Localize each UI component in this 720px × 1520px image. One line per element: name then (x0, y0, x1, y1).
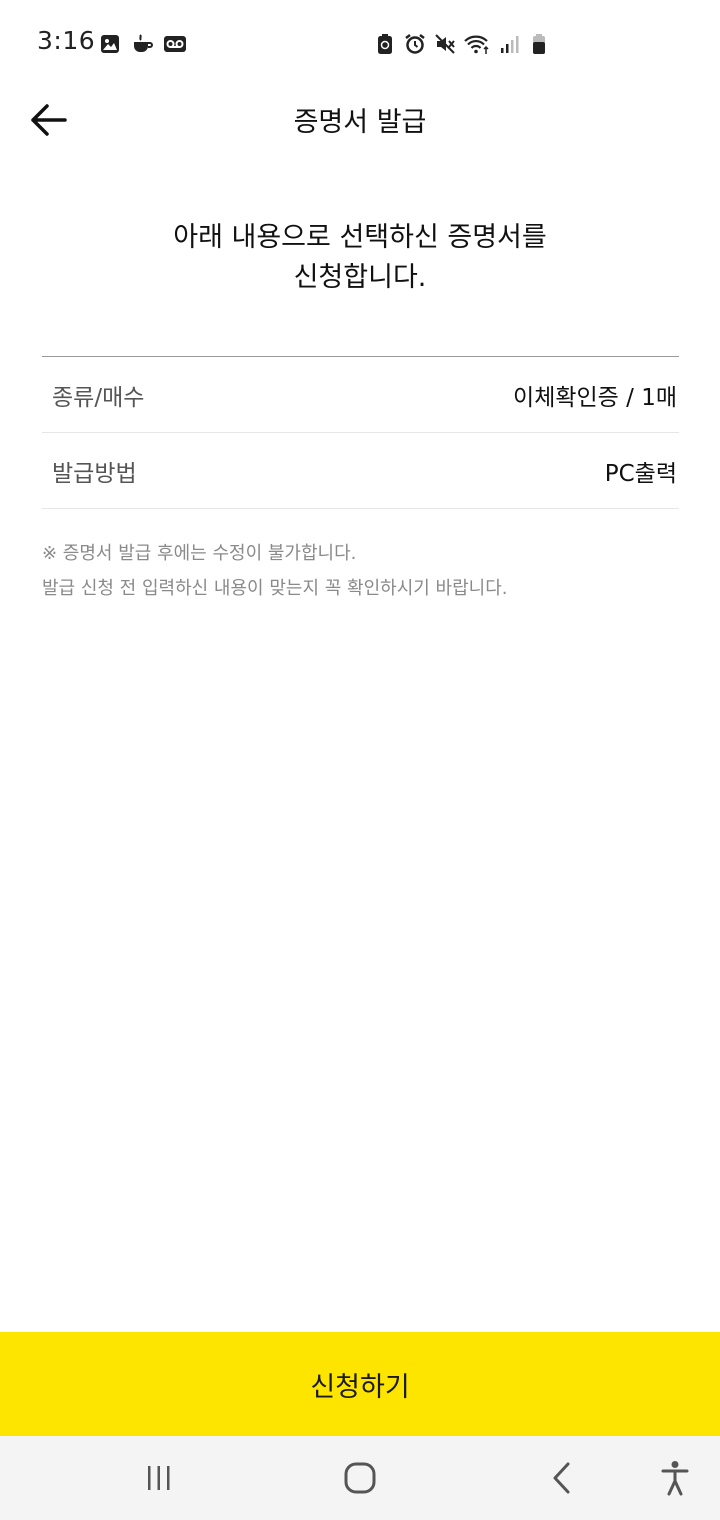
apply-button[interactable]: 신청하기 (0, 1332, 720, 1436)
accessibility-icon (661, 1461, 689, 1496)
notification-icons (99, 31, 187, 57)
nav-back-button[interactable] (538, 1454, 586, 1502)
details-value: PC출력 (604, 460, 677, 487)
intro-line-1: 아래 내용으로 선택하신 증명서를 (173, 222, 547, 253)
chevron-left-icon (553, 1462, 570, 1494)
intro-message: 아래 내용으로 선택하신 증명서를 신청합니다. (0, 218, 720, 298)
battery-saver-icon (378, 34, 392, 54)
intro-line-2: 신청합니다. (293, 262, 427, 293)
alarm-icon (405, 34, 425, 54)
details-row-type-count: 종류/매수 이체확인증 / 1매 (42, 357, 679, 433)
details-value: 이체확인증 / 1매 (513, 384, 677, 411)
details-table: 종류/매수 이체확인증 / 1매 발급방법 PC출력 (42, 356, 679, 509)
notice: ※ 증명서 발급 후에는 수정이 불가합니다. 발급 신청 전 입력하신 내용이… (42, 536, 508, 606)
recent-apps-button[interactable] (135, 1454, 183, 1502)
home-button[interactable] (336, 1454, 384, 1502)
page-title: 증명서 발급 (293, 107, 427, 138)
notice-line-1: ※ 증명서 발급 후에는 수정이 불가합니다. (42, 543, 357, 564)
accessibility-button[interactable] (651, 1454, 699, 1502)
status-bar: 3:16 (0, 0, 720, 88)
system-icons (374, 30, 550, 58)
recent-apps-icon (148, 1466, 170, 1490)
wifi-icon (464, 35, 489, 54)
voicemail-icon (164, 36, 186, 52)
notice-line-2: 발급 신청 전 입력하신 내용이 맞는지 꼭 확인하시기 바랍니다. (42, 578, 508, 599)
details-row-issue-method: 발급방법 PC출력 (42, 433, 679, 509)
app-bar: 증명서 발급 (0, 88, 720, 152)
battery-icon (533, 34, 545, 54)
signal-icon (501, 36, 519, 53)
home-icon (344, 1462, 376, 1494)
coffee-icon (134, 34, 153, 52)
details-label: 발급방법 (52, 460, 137, 487)
details-label: 종류/매수 (52, 384, 145, 411)
status-time: 3:16 (37, 26, 96, 55)
navigation-bar (0, 1436, 720, 1520)
certificate-issue-screen: 3:16 증명서 발급 아래 내용으로 선택하신 증명서를 신청합니다. 종류/… (0, 0, 720, 1520)
gallery-icon (101, 35, 119, 53)
mute-icon (435, 34, 455, 54)
